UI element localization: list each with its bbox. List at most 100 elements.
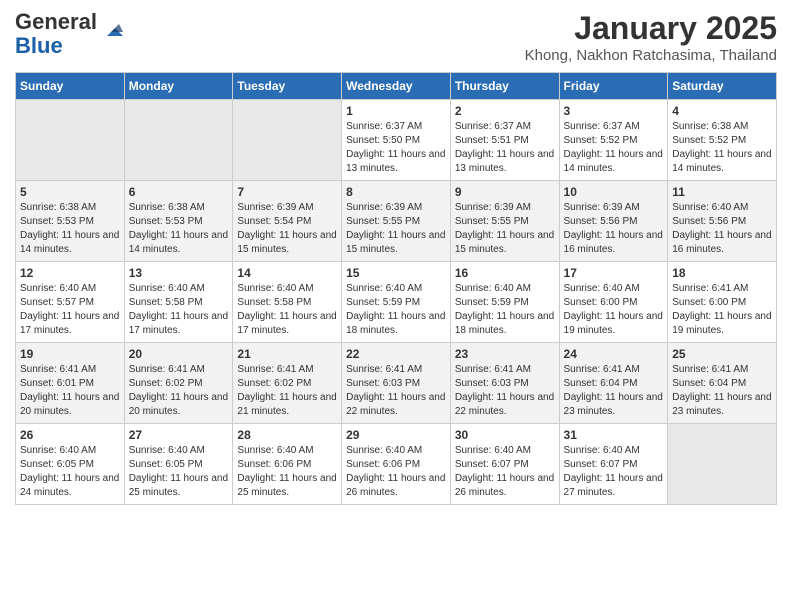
day-detail: Sunrise: 6:41 AMSunset: 6:03 PMDaylight:… [455,363,555,419]
weekday-header: Tuesday [233,73,342,100]
day-detail: Sunrise: 6:41 AMSunset: 6:02 PMDaylight:… [237,363,337,419]
calendar-cell: 22Sunrise: 6:41 AMSunset: 6:03 PMDayligh… [342,343,451,424]
day-detail: Sunrise: 6:40 AMSunset: 6:05 PMDaylight:… [129,444,229,500]
calendar-cell: 19 Sunrise: 6:41 AMSunset: 6:01 PMDayligh… [16,343,125,424]
calendar-cell: 6Sunrise: 6:38 AMSunset: 5:53 PMDaylight… [124,181,233,262]
day-detail: Sunrise: 6:40 AMSunset: 6:06 PMDaylight:… [237,444,337,500]
day-detail: Sunrise: 6:41 AMSunset: 6:01 PMDaylight:… [20,363,120,419]
weekday-header: Monday [124,73,233,100]
calendar-cell: 23 Sunrise: 6:41 AMSunset: 6:03 PMDayligh… [450,343,559,424]
title-block: January 2025 Khong, Nakhon Ratchasima, T… [525,10,777,64]
weekday-header: Saturday [668,73,777,100]
calendar-cell: 8Sunrise: 6:39 AMSunset: 5:55 PMDaylight… [342,181,451,262]
day-number: 25 [672,347,772,361]
weekday-header: Friday [559,73,668,100]
day-detail: Sunrise: 6:41 AMSunset: 6:02 PMDaylight:… [129,363,229,419]
day-number: 15 [346,266,446,280]
calendar-cell: 5 Sunrise: 6:38 AMSunset: 5:53 PMDaylight… [16,181,125,262]
calendar-week-row: 5 Sunrise: 6:38 AMSunset: 5:53 PMDaylight… [16,181,777,262]
day-number: 13 [129,266,229,280]
calendar-cell: 3 Sunrise: 6:37 AMSunset: 5:52 PMDaylight… [559,100,668,181]
calendar-cell: 17Sunrise: 6:40 AMSunset: 6:00 PMDayligh… [559,262,668,343]
day-number: 8 [346,185,446,199]
day-detail: Sunrise: 6:39 AMSunset: 5:54 PMDaylight:… [237,201,337,257]
day-detail: Sunrise: 6:41 AMSunset: 6:04 PMDaylight:… [672,363,772,419]
day-detail: Sunrise: 6:40 AMSunset: 5:58 PMDaylight:… [129,282,229,338]
calendar-week-row: 26 Sunrise: 6:40 AMSunset: 6:05 PMDayligh… [16,424,777,505]
calendar-cell: 10 Sunrise: 6:39 AMSunset: 5:56 PMDayligh… [559,181,668,262]
calendar-cell [668,424,777,505]
day-number: 4 [672,104,772,118]
calendar-cell: 9Sunrise: 6:39 AMSunset: 5:55 PMDaylight… [450,181,559,262]
day-detail: Sunrise: 6:37 AMSunset: 5:51 PMDaylight:… [455,120,555,176]
day-detail: Sunrise: 6:40 AMSunset: 6:00 PMDaylight:… [564,282,664,338]
day-detail: Sunrise: 6:37 AMSunset: 5:50 PMDaylight:… [346,120,446,176]
calendar-cell: 13 Sunrise: 6:40 AMSunset: 5:58 PMDayligh… [124,262,233,343]
day-number: 27 [129,428,229,442]
day-number: 20 [129,347,229,361]
calendar-cell [233,100,342,181]
day-number: 24 [564,347,664,361]
day-detail: Sunrise: 6:40 AMSunset: 6:06 PMDaylight:… [346,444,446,500]
calendar-cell [124,100,233,181]
day-number: 14 [237,266,337,280]
calendar-cell: 27 Sunrise: 6:40 AMSunset: 6:05 PMDayligh… [124,424,233,505]
day-detail: Sunrise: 6:37 AMSunset: 5:52 PMDaylight:… [564,120,664,176]
day-detail: Sunrise: 6:40 AMSunset: 6:07 PMDaylight:… [564,444,664,500]
day-number: 11 [672,185,772,199]
calendar-cell: 4 Sunrise: 6:38 AMSunset: 5:52 PMDaylight… [668,100,777,181]
calendar-cell: 15 Sunrise: 6:40 AMSunset: 5:59 PMDayligh… [342,262,451,343]
calendar-week-row: 12 Sunrise: 6:40 AMSunset: 5:57 PMDayligh… [16,262,777,343]
calendar-cell: 16 Sunrise: 6:40 AMSunset: 5:59 PMDayligh… [450,262,559,343]
location-text: Khong, Nakhon Ratchasima, Thailand [525,47,777,64]
day-number: 21 [237,347,337,361]
day-number: 30 [455,428,555,442]
logo-icon [101,18,123,40]
weekday-header-row: SundayMondayTuesdayWednesdayThursdayFrid… [16,73,777,100]
day-number: 10 [564,185,664,199]
calendar-cell: 26Sunrise: 6:40 AMSunset: 6:05 PMDayligh… [16,424,125,505]
day-detail: Sunrise: 6:38 AMSunset: 5:53 PMDaylight:… [20,201,120,257]
day-number: 5 [20,185,120,199]
weekday-header: Wednesday [342,73,451,100]
day-detail: Sunrise: 6:40 AMSunset: 5:57 PMDaylight:… [20,282,120,338]
day-number: 29 [346,428,446,442]
calendar-cell: 11Sunrise: 6:40 AMSunset: 5:56 PMDayligh… [668,181,777,262]
day-detail: Sunrise: 6:40 AMSunset: 5:59 PMDaylight:… [455,282,555,338]
calendar-week-row: 19 Sunrise: 6:41 AMSunset: 6:01 PMDayligh… [16,343,777,424]
calendar-cell: 1 Sunrise: 6:37 AMSunset: 5:50 PMDaylight… [342,100,451,181]
day-number: 6 [129,185,229,199]
day-number: 23 [455,347,555,361]
calendar-cell: 14Sunrise: 6:40 AMSunset: 5:58 PMDayligh… [233,262,342,343]
day-detail: Sunrise: 6:41 AMSunset: 6:03 PMDaylight:… [346,363,446,419]
calendar-cell: 24 Sunrise: 6:41 AMSunset: 6:04 PMDayligh… [559,343,668,424]
day-number: 16 [455,266,555,280]
logo-blue-text: Blue [15,33,63,58]
logo-general-text: General [15,9,97,34]
day-number: 2 [455,104,555,118]
calendar-cell [16,100,125,181]
calendar-cell: 20 Sunrise: 6:41 AMSunset: 6:02 PMDayligh… [124,343,233,424]
day-number: 19 [20,347,120,361]
logo: General Blue [15,10,123,58]
page-header: General Blue January 2025 Khong, Nakhon … [15,10,777,64]
calendar-cell: 18Sunrise: 6:41 AMSunset: 6:00 PMDayligh… [668,262,777,343]
day-number: 1 [346,104,446,118]
calendar-cell: 31 Sunrise: 6:40 AMSunset: 6:07 PMDayligh… [559,424,668,505]
day-detail: Sunrise: 6:39 AMSunset: 5:55 PMDaylight:… [455,201,555,257]
calendar-cell: 28Sunrise: 6:40 AMSunset: 6:06 PMDayligh… [233,424,342,505]
day-number: 3 [564,104,664,118]
day-number: 26 [20,428,120,442]
day-detail: Sunrise: 6:40 AMSunset: 6:07 PMDaylight:… [455,444,555,500]
calendar-week-row: 1 Sunrise: 6:37 AMSunset: 5:50 PMDaylight… [16,100,777,181]
day-detail: Sunrise: 6:38 AMSunset: 5:52 PMDaylight:… [672,120,772,176]
day-detail: Sunrise: 6:41 AMSunset: 6:04 PMDaylight:… [564,363,664,419]
day-detail: Sunrise: 6:40 AMSunset: 5:59 PMDaylight:… [346,282,446,338]
calendar-cell: 29 Sunrise: 6:40 AMSunset: 6:06 PMDayligh… [342,424,451,505]
day-detail: Sunrise: 6:41 AMSunset: 6:00 PMDaylight:… [672,282,772,338]
day-number: 12 [20,266,120,280]
month-title: January 2025 [525,10,777,47]
day-detail: Sunrise: 6:39 AMSunset: 5:56 PMDaylight:… [564,201,664,257]
day-number: 31 [564,428,664,442]
calendar-cell: 30 Sunrise: 6:40 AMSunset: 6:07 PMDayligh… [450,424,559,505]
